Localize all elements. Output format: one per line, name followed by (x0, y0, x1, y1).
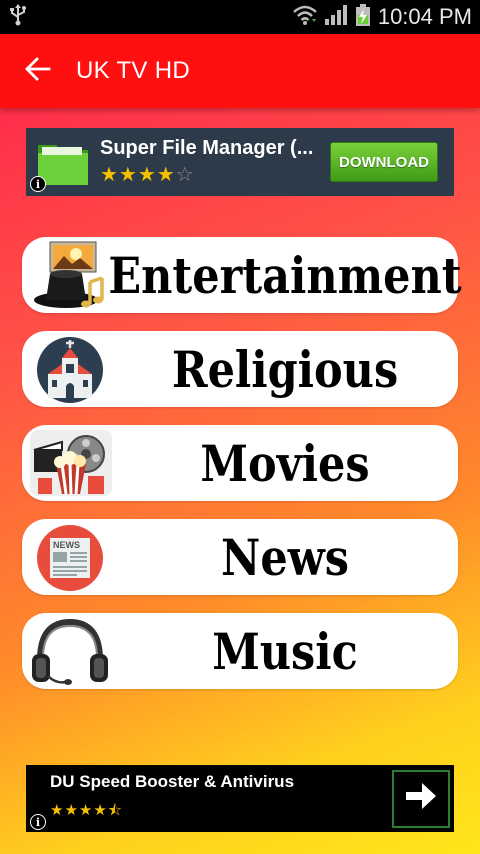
arrow-right-icon (404, 779, 438, 818)
category-label: Religious (171, 339, 399, 399)
category-label: Movies (200, 433, 370, 493)
popcorn-film-icon (28, 428, 114, 498)
open-ad-button[interactable] (392, 769, 450, 828)
status-time: 10:04 PM (377, 4, 472, 29)
newspaper-icon: NEWS (28, 522, 114, 592)
film-hat-icon (28, 240, 114, 310)
category-label: News (221, 527, 349, 587)
rating-stars: ★★★★☆ (100, 164, 195, 186)
headphones-icon (28, 616, 114, 686)
svg-text:NEWS: NEWS (53, 540, 80, 550)
download-button[interactable]: DOWNLOAD (330, 142, 438, 182)
status-bar: 10:04 PM (0, 0, 480, 34)
category-entertainment[interactable]: Entertainment (22, 237, 462, 313)
category-music[interactable]: Music (22, 613, 458, 689)
arrow-left-icon (25, 56, 51, 87)
usb-icon (8, 3, 28, 32)
signal-icon (324, 4, 348, 31)
info-icon[interactable]: i (30, 814, 46, 830)
wifi-icon (292, 3, 318, 32)
ad-title: DU Speed Booster & Antivirus (50, 772, 295, 791)
ad-banner-top[interactable]: Super File Manager (... ★★★★☆ DOWNLOAD i (26, 128, 454, 196)
battery-charging-icon (354, 3, 372, 32)
category-movies[interactable]: Movies (22, 425, 458, 501)
ad-title: Super File Manager (... (100, 137, 314, 159)
category-religious[interactable]: Religious (22, 331, 458, 407)
category-news[interactable]: NEWS News (22, 519, 458, 595)
ad-banner-bottom[interactable]: DU Speed Booster & Antivirus ★★★★⯪ i (26, 765, 454, 832)
app-title: UK TV HD (76, 57, 190, 84)
info-icon[interactable]: i (30, 176, 46, 192)
category-label: Entertainment (108, 245, 462, 305)
back-button[interactable] (0, 34, 76, 108)
category-label: Music (212, 621, 358, 681)
rating-stars: ★★★★⯪ (50, 802, 123, 819)
church-icon (28, 334, 114, 404)
app-bar: UK TV HD (0, 34, 480, 108)
